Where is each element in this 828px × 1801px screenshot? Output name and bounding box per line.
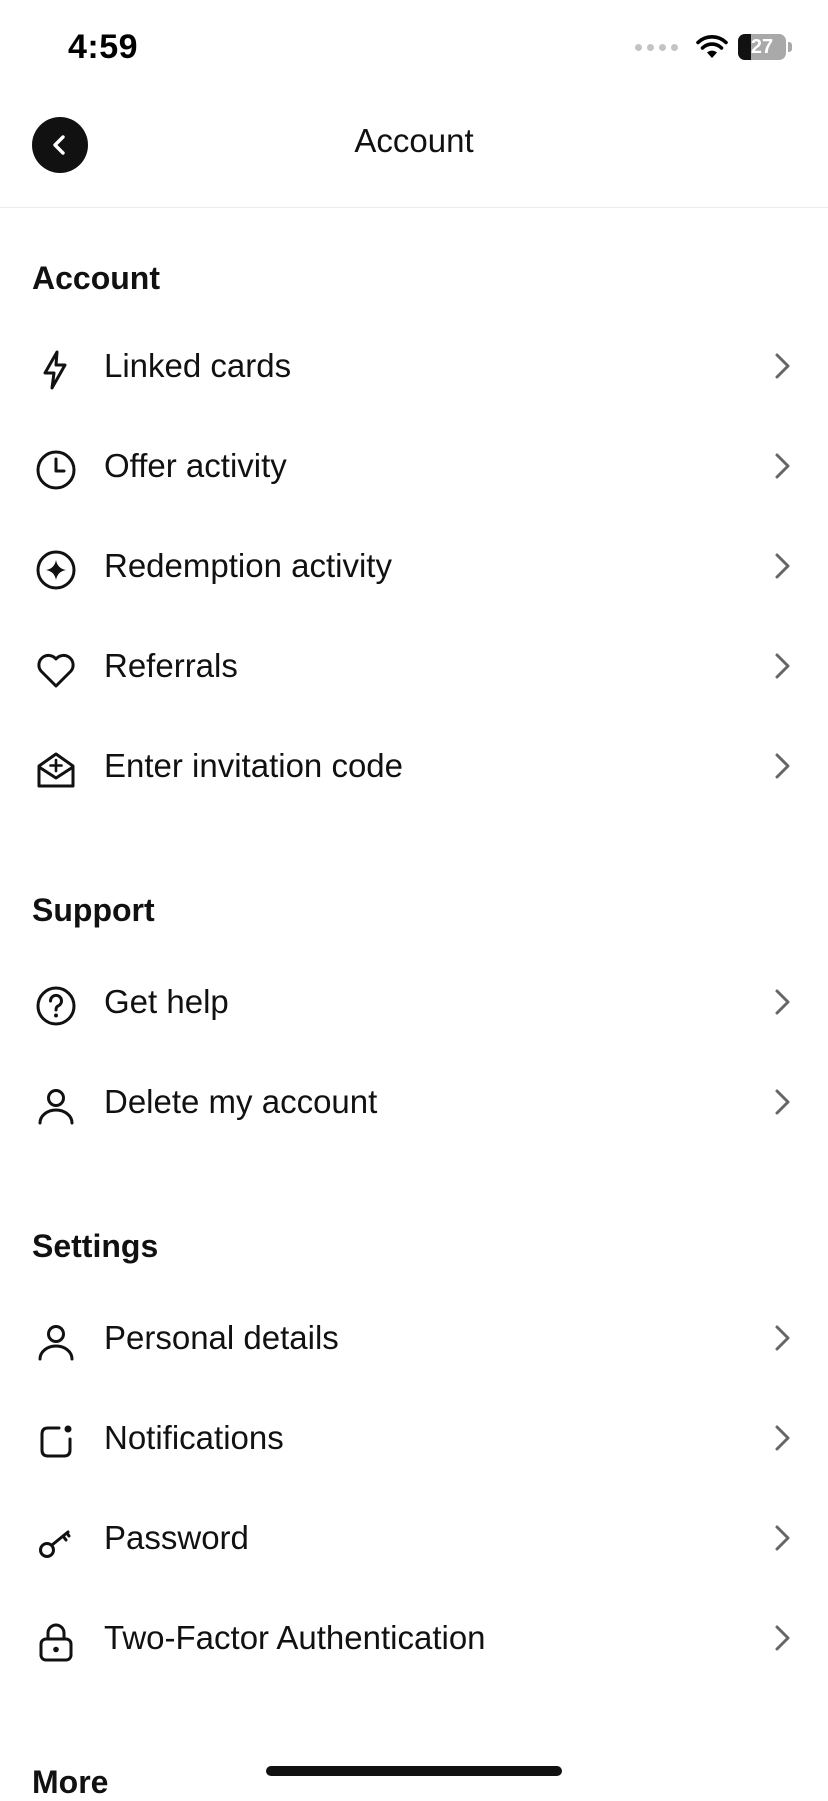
page-title: Account [354, 122, 474, 159]
chevron-right-icon [775, 1089, 790, 1115]
row-label: Password [104, 1519, 249, 1556]
sparkle-circle-icon [36, 550, 76, 590]
chevron-right-icon [775, 989, 790, 1015]
home-indicator[interactable] [266, 1766, 562, 1776]
clock-icon [36, 450, 76, 490]
row-redemption-activity[interactable]: Redemption activity [0, 516, 828, 616]
row-linked-cards[interactable]: Linked cards [0, 316, 828, 416]
row-get-help[interactable]: Get help [0, 952, 828, 1052]
heart-icon [37, 653, 75, 688]
row-label: Get help [104, 983, 229, 1020]
status-bar: 4:59 27 [0, 0, 828, 100]
row-label: Offer activity [104, 447, 287, 484]
bolt-icon [43, 350, 67, 390]
row-label: Notifications [104, 1419, 284, 1456]
status-time: 4:59 [68, 28, 139, 66]
section-heading-support: Support [32, 892, 155, 928]
chevron-right-icon [775, 653, 790, 679]
battery-cap [788, 42, 792, 52]
wifi-icon [696, 35, 728, 58]
chevron-right-icon [775, 353, 790, 379]
nav-bar: Account [0, 100, 828, 208]
row-offer-activity[interactable]: Offer activity [0, 416, 828, 516]
status-icons: 27 [635, 34, 792, 60]
chevron-right-icon [775, 553, 790, 579]
row-label: Enter invitation code [104, 747, 404, 784]
person-icon [38, 1089, 74, 1125]
chevron-right-icon [775, 1625, 790, 1651]
open-envelope-icon [37, 752, 75, 788]
chevron-right-icon [775, 1425, 790, 1451]
chevron-right-icon [775, 453, 790, 479]
person-icon [38, 1325, 74, 1361]
row-label: Two-Factor Authentication [104, 1619, 486, 1656]
chevron-right-icon [775, 1325, 790, 1351]
chevron-right-icon [775, 753, 790, 779]
row-label: Linked cards [104, 347, 292, 384]
notification-badge-icon [40, 1425, 72, 1458]
row-notifications[interactable]: Notifications [0, 1388, 828, 1488]
row-label: Redemption activity [104, 547, 392, 584]
row-delete-my-account[interactable]: Delete my account [0, 1052, 828, 1152]
lock-icon [39, 1623, 73, 1662]
row-label: Personal details [104, 1319, 339, 1356]
battery-level: 27 [750, 36, 774, 58]
section-heading-settings: Settings [32, 1228, 159, 1264]
row-password[interactable]: Password [0, 1488, 828, 1588]
row-personal-details[interactable]: Personal details [0, 1288, 828, 1388]
section-heading-more: More [32, 1764, 109, 1800]
question-circle-icon [36, 986, 76, 1026]
chevron-right-icon [775, 1525, 790, 1551]
row-referrals[interactable]: Referrals [0, 616, 828, 716]
row-two-factor-authentication[interactable]: Two-Factor Authentication [0, 1588, 828, 1688]
row-label: Referrals [104, 647, 238, 684]
row-label: Delete my account [104, 1083, 378, 1120]
section-heading-account: Account [32, 260, 160, 296]
battery-icon: 27 [738, 34, 786, 60]
cellular-signal-icon [635, 43, 678, 51]
row-enter-invitation-code[interactable]: Enter invitation code [0, 716, 828, 816]
key-icon [39, 1530, 71, 1558]
